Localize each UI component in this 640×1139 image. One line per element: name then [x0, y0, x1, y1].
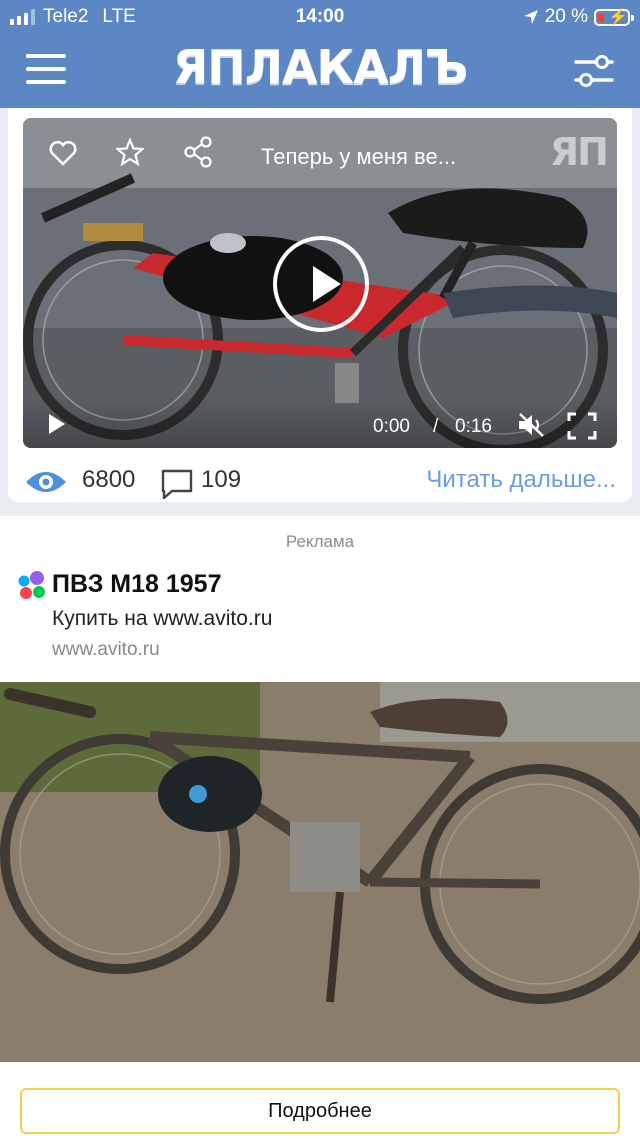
- video-player[interactable]: Теперь у меня ве... ЯП 0:00 / 0:16: [23, 118, 617, 448]
- comments-icon[interactable]: [160, 468, 194, 500]
- ad-label: Реклама: [285, 532, 355, 551]
- top-header: Tele2 LTE 14:00 20 % ⚡ ЯПЛАКАЛЪ: [0, 0, 640, 108]
- fullscreen-icon[interactable]: [567, 412, 597, 440]
- favorite-star-icon[interactable]: [116, 138, 144, 166]
- ad-url[interactable]: www.avito.ru: [52, 639, 160, 661]
- ad-image[interactable]: [0, 682, 640, 1062]
- filter-settings-icon[interactable]: [574, 54, 614, 88]
- ad-card: Реклама ПВЗ М18 1957 Купить на www.avito…: [0, 516, 640, 1139]
- location-arrow-icon: [523, 10, 538, 24]
- avito-logo-icon: [18, 571, 45, 599]
- video-current-time: 0:00: [373, 416, 410, 437]
- views-eye-icon: [26, 472, 66, 492]
- status-bar: Tele2 LTE 14:00 20 % ⚡: [0, 0, 640, 34]
- like-heart-icon[interactable]: [49, 140, 77, 166]
- views-count: 6800: [82, 466, 136, 493]
- comments-count[interactable]: 109: [201, 466, 241, 494]
- ad-title[interactable]: ПВЗ М18 1957: [52, 570, 222, 599]
- play-video-button[interactable]: [273, 236, 369, 332]
- app-screen: Tele2 LTE 14:00 20 % ⚡ ЯПЛАКАЛЪ Теперь у…: [0, 0, 640, 1139]
- video-duration: 0:16: [455, 416, 492, 437]
- watermark-logo: ЯП: [549, 130, 609, 174]
- post-card: Теперь у меня ве... ЯП 0:00 / 0:16 6800 …: [8, 108, 632, 502]
- share-icon[interactable]: [183, 136, 213, 168]
- post-stats: 6800 109 Читать дальше...: [8, 454, 632, 502]
- status-right: 20 % ⚡: [523, 6, 634, 28]
- mute-icon[interactable]: [517, 412, 547, 438]
- read-more-link[interactable]: Читать дальше...: [426, 466, 616, 494]
- battery-icon: ⚡: [594, 8, 634, 26]
- ad-subtitle[interactable]: Купить на www.avito.ru: [52, 607, 272, 631]
- battery-percent: 20 %: [544, 6, 588, 27]
- ad-details-button[interactable]: Подробнее: [20, 1088, 620, 1134]
- play-icon[interactable]: [47, 412, 67, 436]
- video-title[interactable]: Теперь у меня ве...: [261, 144, 456, 170]
- video-time-separator: /: [433, 416, 439, 437]
- site-logo[interactable]: ЯПЛАКАЛЪ: [0, 40, 640, 94]
